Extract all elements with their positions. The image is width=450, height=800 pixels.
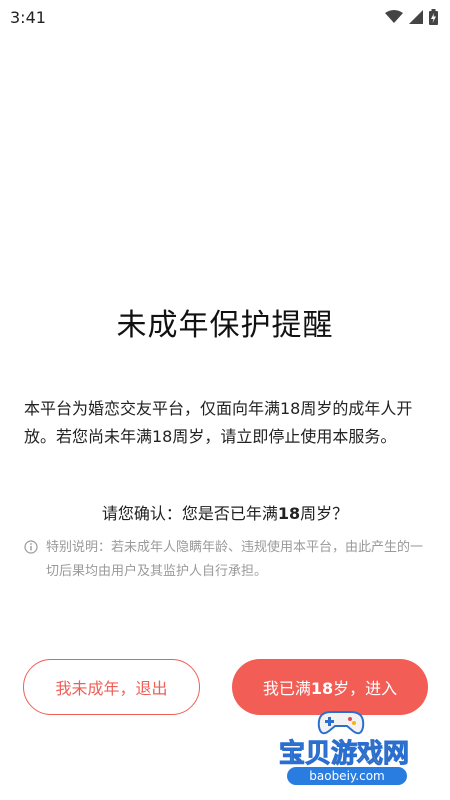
cell-signal-icon: [409, 10, 423, 24]
watermark-logo: 宝贝游戏网 baobeiy.com: [265, 705, 425, 800]
question-age: 18: [277, 504, 301, 523]
wifi-icon: [385, 10, 403, 23]
page-title: 未成年保护提醒: [116, 308, 334, 343]
enter-button-label: 我已满18岁，进入: [263, 675, 397, 699]
notice-text: 特别说明：若未成年人隐瞒年龄、违规使用本平台，由此产生的一切后果均由用户及其监护…: [46, 540, 424, 579]
exit-button[interactable]: 我未成年，退出: [23, 659, 200, 715]
enter-suffix: 岁，进入: [333, 679, 398, 698]
status-bar: 3:41: [0, 0, 450, 34]
exit-button-label: 我未成年，退出: [55, 679, 168, 698]
watermark-url: baobeiy.com: [287, 767, 407, 785]
question-prefix: 请您确认：您是否已年满: [101, 504, 278, 523]
enter-age: 18: [310, 679, 334, 698]
special-notice: 特别说明：若未成年人隐瞒年龄、违规使用本平台，由此产生的一切后果均由用户及其监护…: [24, 536, 428, 584]
info-icon: [24, 540, 38, 554]
enter-prefix: 我已满: [262, 679, 311, 698]
age-question: 请您确认：您是否已年满18周岁？: [0, 500, 450, 524]
watermark-name: 宝贝游戏网: [278, 739, 409, 770]
question-suffix: 周岁？: [300, 504, 349, 523]
status-time: 3:41: [10, 7, 46, 27]
status-icons: [385, 9, 438, 25]
battery-icon: [429, 9, 438, 25]
notice-paragraph: 本平台为婚恋交友平台，仅面向年满18周岁的成年人开放。若您尚未年满18周岁，请立…: [24, 399, 413, 446]
